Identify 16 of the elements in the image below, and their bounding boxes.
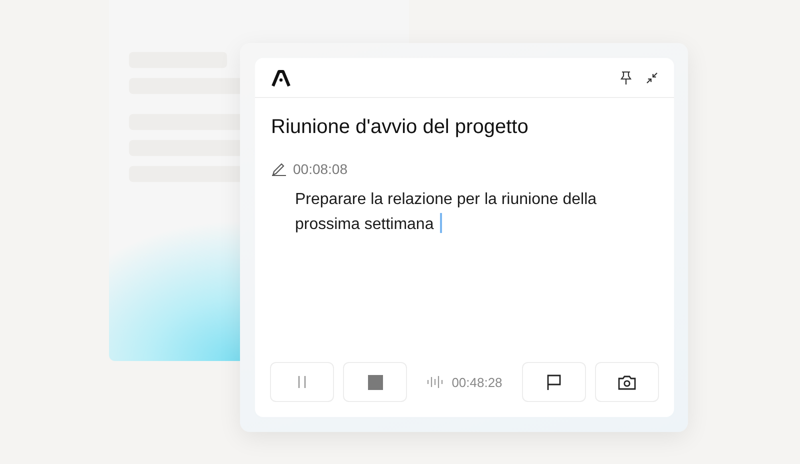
stop-button[interactable] [343,362,407,402]
flag-icon [547,374,561,390]
note-text-field[interactable]: Preparare la relazione per la riunione della prossima settimana [295,187,635,237]
camera-icon [618,374,636,390]
camera-button[interactable] [595,362,659,402]
note-timestamp: 00:08:08 [293,161,348,177]
waveform-icon [426,375,443,389]
pencil-icon [271,162,287,176]
elapsed-time: 00:48:28 [452,374,502,390]
logo-icon [271,68,291,86]
stop-icon [368,374,382,390]
pin-icon[interactable] [620,70,632,84]
pause-icon [297,375,307,389]
collapse-icon[interactable] [646,72,658,84]
flag-button[interactable] [522,362,586,402]
note-title: Riunione d'avvio del progetto [271,116,530,139]
